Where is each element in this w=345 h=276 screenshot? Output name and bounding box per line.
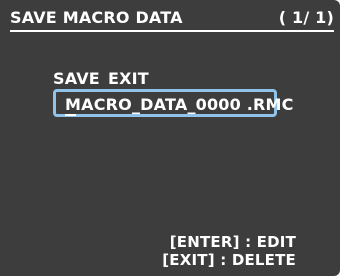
edit-cursor (65, 114, 76, 116)
exit-option[interactable]: EXIT (108, 70, 149, 88)
header-bar: SAVE MACRO DATA ( 1/ 1) (10, 8, 334, 32)
page-title: SAVE MACRO DATA (10, 8, 183, 27)
save-option[interactable]: SAVE (53, 70, 100, 88)
page-indicator: ( 1/ 1) (278, 8, 334, 27)
key-help: [ENTER] : EDIT [EXIT] : DELETE (162, 233, 296, 269)
action-menu: SAVE EXIT (53, 70, 149, 88)
help-exit-delete: [EXIT] : DELETE (162, 251, 296, 269)
filename-text: MACRO_DATA_0000 .RMC (65, 95, 294, 114)
macro-save-screen: SAVE MACRO DATA ( 1/ 1) SAVE EXIT MACRO_… (0, 0, 340, 276)
filename-field[interactable]: MACRO_DATA_0000 .RMC (53, 89, 293, 117)
help-enter-edit: [ENTER] : EDIT (169, 233, 296, 251)
